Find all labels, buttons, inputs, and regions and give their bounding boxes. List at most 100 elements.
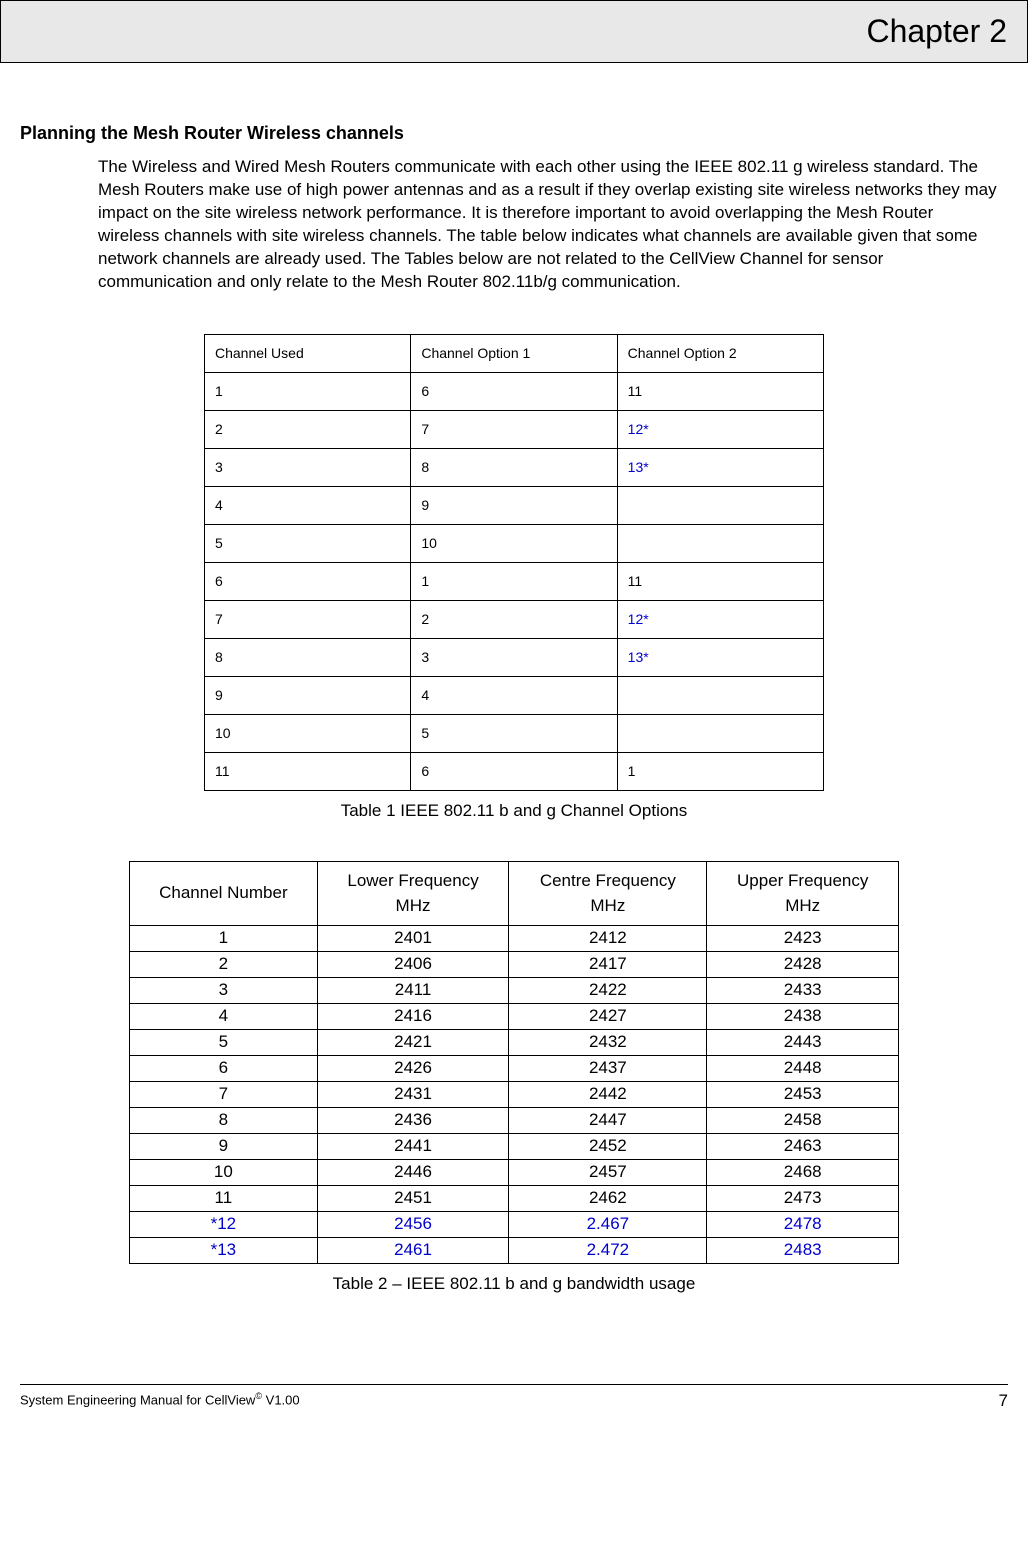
table-cell: 2436 xyxy=(317,1107,509,1133)
table-cell: 10 xyxy=(411,524,617,562)
table-row: 6111 xyxy=(205,562,824,600)
table-cell: 3 xyxy=(411,638,617,676)
table-cell: 2446 xyxy=(317,1159,509,1185)
table-cell: 2437 xyxy=(509,1055,707,1081)
table-header-cell: Channel Number xyxy=(130,861,318,925)
table-cell: 2422 xyxy=(509,977,707,1003)
page-number: 7 xyxy=(999,1391,1008,1411)
table-cell: 2452 xyxy=(509,1133,707,1159)
table-row: 105 xyxy=(205,714,824,752)
table-row: 8313* xyxy=(205,638,824,676)
table1-caption: Table 1 IEEE 802.11 b and g Channel Opti… xyxy=(20,801,1008,821)
table-cell: 11 xyxy=(130,1185,318,1211)
table-cell xyxy=(617,714,823,752)
table-row: 5242124322443 xyxy=(130,1029,899,1055)
table-cell: 2 xyxy=(411,600,617,638)
table-row: 7243124422453 xyxy=(130,1081,899,1107)
table-cell: 2417 xyxy=(509,951,707,977)
table-row: 1240124122423 xyxy=(130,925,899,951)
table-cell: 2462 xyxy=(509,1185,707,1211)
table-row: 11245124622473 xyxy=(130,1185,899,1211)
table-cell: 2453 xyxy=(707,1081,899,1107)
table-row: 1611 xyxy=(205,372,824,410)
table-cell: 9 xyxy=(411,486,617,524)
table-cell: 11 xyxy=(205,752,411,790)
frequency-table: Channel NumberLower FrequencyMHzCentre F… xyxy=(129,861,899,1264)
table-row: 4241624272438 xyxy=(130,1003,899,1029)
table-cell: 2478 xyxy=(707,1211,899,1237)
table-cell: 10 xyxy=(130,1159,318,1185)
table-cell: 2411 xyxy=(317,977,509,1003)
table-cell: 3 xyxy=(130,977,318,1003)
table-cell: 4 xyxy=(130,1003,318,1029)
table-cell: 2433 xyxy=(707,977,899,1003)
table-cell: 2483 xyxy=(707,1237,899,1263)
table-cell: 2432 xyxy=(509,1029,707,1055)
table-cell: 8 xyxy=(205,638,411,676)
table-cell: 2406 xyxy=(317,951,509,977)
table-cell: *12 xyxy=(130,1211,318,1237)
table-header-cell: Channel Used xyxy=(205,334,411,372)
table-cell: 10 xyxy=(205,714,411,752)
table-cell: 2.467 xyxy=(509,1211,707,1237)
table-cell: 2416 xyxy=(317,1003,509,1029)
table-cell: 5 xyxy=(411,714,617,752)
table-row: 1161 xyxy=(205,752,824,790)
footer-product: System Engineering Manual for CellView xyxy=(20,1392,255,1407)
table-row: 2712* xyxy=(205,410,824,448)
table-cell: 3 xyxy=(205,448,411,486)
table-cell: 2447 xyxy=(509,1107,707,1133)
table-cell: 2461 xyxy=(317,1237,509,1263)
table-cell: *13 xyxy=(130,1237,318,1263)
table-cell: 7 xyxy=(205,600,411,638)
table-cell: 2458 xyxy=(707,1107,899,1133)
table-cell: 13* xyxy=(617,638,823,676)
table-cell: 2412 xyxy=(509,925,707,951)
table-cell: 2443 xyxy=(707,1029,899,1055)
table-cell: 4 xyxy=(411,676,617,714)
table-cell: 2401 xyxy=(317,925,509,951)
table-cell xyxy=(617,524,823,562)
table-cell: 8 xyxy=(411,448,617,486)
table-cell: 2423 xyxy=(707,925,899,951)
table-cell: 2426 xyxy=(317,1055,509,1081)
footer-divider xyxy=(20,1384,1008,1385)
table-header-cell: Channel Option 1 xyxy=(411,334,617,372)
section-title: Planning the Mesh Router Wireless channe… xyxy=(20,123,1008,144)
table-cell xyxy=(617,676,823,714)
table-row: *1224562.4672478 xyxy=(130,1211,899,1237)
table-cell: 13* xyxy=(617,448,823,486)
footer-version: V1.00 xyxy=(262,1392,300,1407)
table-row: 7212* xyxy=(205,600,824,638)
table-cell: 2448 xyxy=(707,1055,899,1081)
table-cell: 2473 xyxy=(707,1185,899,1211)
table-cell: 2 xyxy=(130,951,318,977)
table-cell: 2428 xyxy=(707,951,899,977)
table-header-cell: Channel Option 2 xyxy=(617,334,823,372)
table-cell: 2427 xyxy=(509,1003,707,1029)
table-cell: 12* xyxy=(617,600,823,638)
table-row: 510 xyxy=(205,524,824,562)
table-cell: 5 xyxy=(130,1029,318,1055)
table-cell: 7 xyxy=(411,410,617,448)
table-cell xyxy=(617,486,823,524)
table-row: 9244124522463 xyxy=(130,1133,899,1159)
table-cell: 2463 xyxy=(707,1133,899,1159)
table-row: 8243624472458 xyxy=(130,1107,899,1133)
table-row: 3813* xyxy=(205,448,824,486)
table-cell: 11 xyxy=(617,372,823,410)
table-cell: 1 xyxy=(130,925,318,951)
table-cell: 2438 xyxy=(707,1003,899,1029)
table-cell: 1 xyxy=(205,372,411,410)
table-cell: 2431 xyxy=(317,1081,509,1107)
table-cell: 8 xyxy=(130,1107,318,1133)
table-cell: 12* xyxy=(617,410,823,448)
table-row: 10244624572468 xyxy=(130,1159,899,1185)
table-cell: 2468 xyxy=(707,1159,899,1185)
channel-options-table: Channel UsedChannel Option 1Channel Opti… xyxy=(204,334,824,791)
table-cell: 2457 xyxy=(509,1159,707,1185)
body-text: The Wireless and Wired Mesh Routers comm… xyxy=(98,156,998,294)
table-cell: 2451 xyxy=(317,1185,509,1211)
page-content: Planning the Mesh Router Wireless channe… xyxy=(0,63,1028,1354)
table-cell: 9 xyxy=(205,676,411,714)
